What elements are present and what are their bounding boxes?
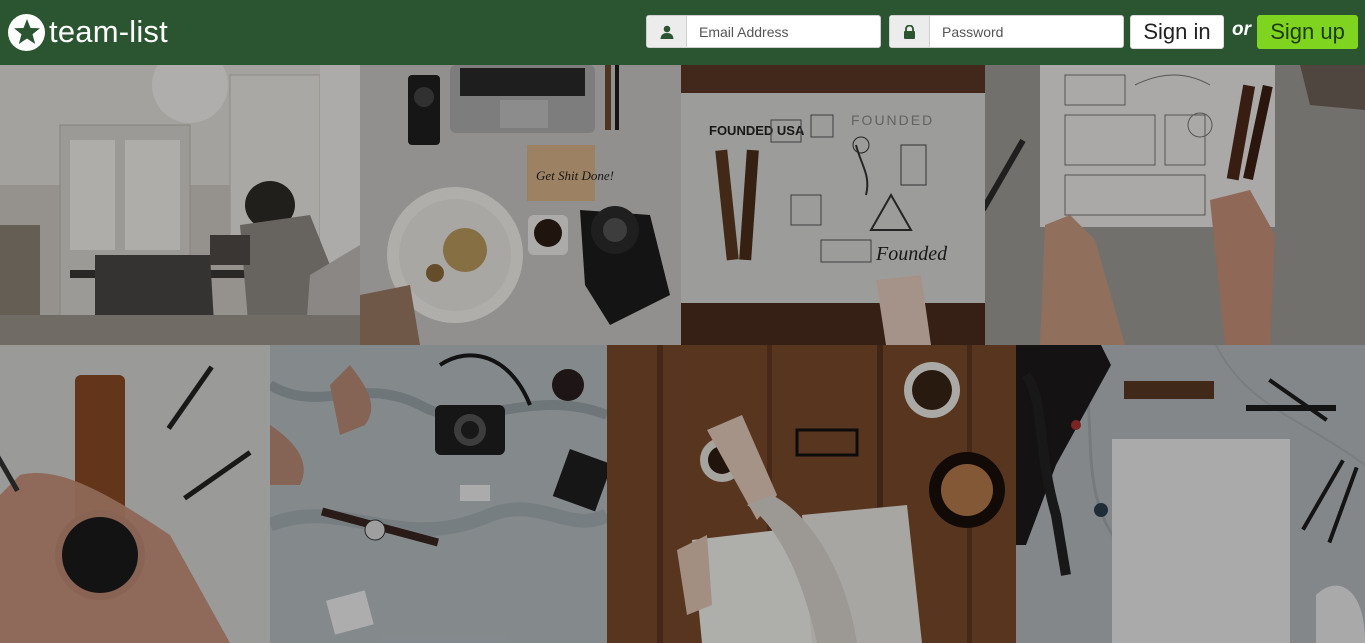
coffee-notebook-photo [607,345,1016,643]
top-navbar: team-list Sign in or Sign up [0,0,1365,65]
brand[interactable]: team-list [8,12,168,52]
password-input[interactable] [930,16,1123,47]
architectural-drawing-photo [985,65,1365,345]
marble-desk-notepad-photo [1016,345,1365,643]
sign-in-button[interactable]: Sign in [1130,15,1224,49]
user-icon [647,16,687,47]
brand-name: team-list [49,14,168,49]
founded-script-text: Founded [875,243,948,265]
svg-text:FOUNDED: FOUNDED [851,112,934,128]
or-label: or [1232,19,1251,40]
sign-up-button[interactable]: Sign up [1257,15,1358,49]
email-input[interactable] [687,16,880,47]
founded-usa-sketches-photo: FOUNDED USA FOUNDED Founded [681,65,985,345]
founded-usa-text: FOUNDED USA [709,123,805,138]
lock-icon [890,16,930,47]
breakfast-camera-photo: Get Shit Done! [360,65,681,345]
email-field-group [646,15,881,48]
get-shit-done-card: Get Shit Done! [536,168,614,183]
map-camera-photo [270,345,607,643]
star-icon [8,13,45,51]
password-field-group [889,15,1124,48]
wristwatch-photo [0,345,270,643]
office-desk-photo [0,65,360,345]
